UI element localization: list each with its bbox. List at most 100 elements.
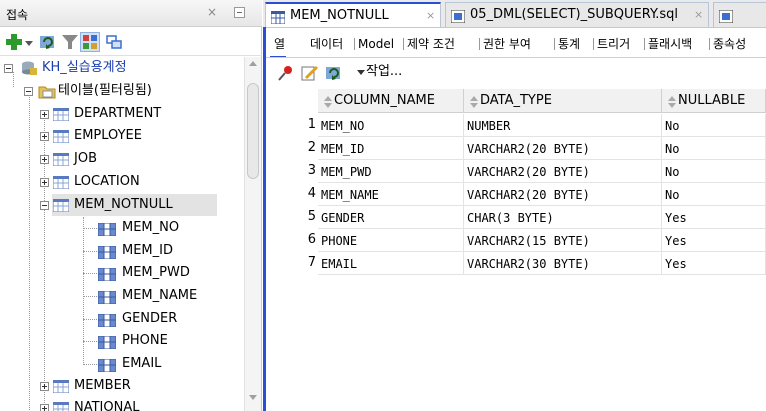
table-label: DEPARTMENT xyxy=(74,106,162,121)
subtab-triggers[interactable]: 트리거 xyxy=(597,30,630,57)
cell-nullable[interactable]: No xyxy=(662,137,766,160)
subtab-grants[interactable]: 권한 부여 xyxy=(483,30,531,57)
tree-column-item[interactable]: PHONE xyxy=(0,330,240,352)
schema-browser-icon[interactable] xyxy=(80,32,100,52)
cell-nullable[interactable]: Yes xyxy=(662,252,766,275)
expand-toggle[interactable] xyxy=(40,404,49,411)
tree-table-item[interactable]: JOB xyxy=(0,148,240,170)
expand-toggle[interactable] xyxy=(40,178,49,187)
close-tab-icon[interactable]: × xyxy=(426,4,435,27)
table-row[interactable]: 2 MEM_ID VARCHAR2(20 BYTE) No xyxy=(266,137,766,160)
table-row[interactable]: 7 EMAIL VARCHAR2(30 BYTE) Yes xyxy=(266,252,766,275)
cell-data-type[interactable]: VARCHAR2(20 BYTE) xyxy=(464,183,662,206)
cell-nullable[interactable]: No xyxy=(662,160,766,183)
tree-table-item-selected[interactable]: MEM_NOTNULL xyxy=(52,194,217,216)
minimize-icon[interactable] xyxy=(234,7,245,18)
cell-nullable[interactable]: Yes xyxy=(662,229,766,252)
table-row[interactable]: 1 MEM_NO NUMBER No xyxy=(266,114,766,137)
cell-column-name[interactable]: EMAIL xyxy=(318,252,464,275)
expand-toggle[interactable] xyxy=(40,155,49,164)
tree-tables-folder[interactable]: 테이블(필터링됨) xyxy=(0,80,240,102)
cell-column-name[interactable]: MEM_NO xyxy=(318,114,464,137)
cell-column-name[interactable]: MEM_ID xyxy=(318,137,464,160)
column-icon xyxy=(97,335,117,350)
table-icon xyxy=(270,9,286,25)
tree-column-item[interactable]: GENDER xyxy=(0,308,240,330)
tab-sql-file[interactable]: 05_DML(SELECT)_SUBQUERY.sql × xyxy=(445,2,709,27)
actions-menu-button[interactable]: 작업... xyxy=(354,61,405,83)
cell-data-type[interactable]: CHAR(3 BYTE) xyxy=(464,206,662,229)
tab-mem-notnull[interactable]: MEM_NOTNULL × xyxy=(265,2,441,27)
expand-toggle[interactable] xyxy=(40,110,49,119)
dropdown-arrow-icon[interactable] xyxy=(24,32,34,52)
subtab-constraints[interactable]: 제약 조건 xyxy=(407,30,455,57)
edit-icon[interactable] xyxy=(300,63,320,83)
tree-column-item[interactable]: MEM_NO xyxy=(0,217,240,239)
tree-scrollbar[interactable] xyxy=(244,57,261,411)
scroll-thumb[interactable] xyxy=(247,83,259,179)
filter-icon[interactable] xyxy=(60,32,80,52)
table-row[interactable]: 6 PHONE VARCHAR2(15 BYTE) Yes xyxy=(266,229,766,252)
scroll-down-arrow-icon[interactable] xyxy=(249,395,257,400)
subtab-data[interactable]: 데이터 xyxy=(310,30,343,57)
refresh-icon[interactable] xyxy=(38,32,58,52)
table-row[interactable]: 5 GENDER CHAR(3 BYTE) Yes xyxy=(266,206,766,229)
tree-connection-node[interactable]: KH_실습용계정 xyxy=(0,57,240,79)
subtab-columns[interactable]: 열 xyxy=(274,30,285,57)
subtab-model[interactable]: Model xyxy=(358,30,394,57)
tree-table-item[interactable]: DEPARTMENT xyxy=(0,103,240,125)
tree-column-item[interactable]: EMAIL xyxy=(0,353,240,375)
sql-file-icon xyxy=(718,8,734,24)
tree-table-item[interactable]: LOCATION xyxy=(0,171,240,193)
column-header-column-name[interactable]: COLUMN_NAME xyxy=(318,89,464,113)
cell-column-name[interactable]: PHONE xyxy=(318,229,464,252)
cell-column-name[interactable]: MEM_NAME xyxy=(318,183,464,206)
tab-sql-file-2[interactable] xyxy=(713,2,766,27)
collapse-all-icon[interactable] xyxy=(104,32,124,52)
collapse-toggle[interactable] xyxy=(24,87,33,96)
table-row[interactable]: 4 MEM_NAME VARCHAR2(20 BYTE) No xyxy=(266,183,766,206)
cell-data-type[interactable]: NUMBER xyxy=(464,114,662,137)
tree-table-item[interactable]: EMPLOYEE xyxy=(0,125,240,147)
tree-table-item[interactable]: MEMBER xyxy=(0,375,240,397)
subtab-dependencies[interactable]: 종속성 xyxy=(713,30,746,57)
expand-toggle[interactable] xyxy=(40,132,49,141)
cell-nullable[interactable]: Yes xyxy=(662,206,766,229)
pin-icon[interactable] xyxy=(276,63,296,83)
add-connection-icon[interactable] xyxy=(4,32,24,52)
column-label: MEM_ID xyxy=(122,243,173,258)
scroll-up-arrow-icon[interactable] xyxy=(249,61,257,66)
cell-column-name[interactable]: GENDER xyxy=(318,206,464,229)
cell-nullable[interactable]: No xyxy=(662,183,766,206)
cell-data-type[interactable]: VARCHAR2(15 BYTE) xyxy=(464,229,662,252)
subtab-flashback[interactable]: 플래시백 xyxy=(648,30,692,57)
table-row[interactable]: 3 MEM_PWD VARCHAR2(20 BYTE) No xyxy=(266,160,766,183)
column-label: EMAIL xyxy=(122,356,162,371)
cell-data-type[interactable]: VARCHAR2(20 BYTE) xyxy=(464,160,662,183)
column-icon xyxy=(97,245,117,260)
close-tab-icon[interactable]: × xyxy=(694,3,703,27)
sql-file-icon xyxy=(450,8,466,24)
subtab-statistics[interactable]: 통계 xyxy=(558,30,580,57)
refresh-icon[interactable] xyxy=(324,63,344,83)
column-label: PHONE xyxy=(122,333,168,348)
tree-column-item[interactable]: MEM_NAME xyxy=(0,285,240,307)
subtab-active-indicator xyxy=(270,56,286,57)
tree-column-item[interactable]: MEM_PWD xyxy=(0,262,240,284)
cell-nullable[interactable]: No xyxy=(662,114,766,137)
collapse-toggle[interactable] xyxy=(4,64,13,73)
collapse-toggle[interactable] xyxy=(40,201,49,210)
column-icon xyxy=(97,267,117,282)
cell-column-name[interactable]: MEM_PWD xyxy=(318,160,464,183)
object-subtabs: 열 데이터 Model 제약 조건 권한 부여 통계 트리거 플래시백 종속성 xyxy=(266,30,766,58)
column-header-data-type[interactable]: DATA_TYPE xyxy=(464,89,662,113)
expand-toggle[interactable] xyxy=(40,382,49,391)
tree-table-item[interactable]: NATIONAL xyxy=(0,397,240,411)
tab-label: 05_DML(SELECT)_SUBQUERY.sql xyxy=(470,7,679,22)
cell-data-type[interactable]: VARCHAR2(30 BYTE) xyxy=(464,252,662,275)
tree-column-item[interactable]: MEM_ID xyxy=(0,240,240,262)
table-icon xyxy=(52,198,70,213)
cell-data-type[interactable]: VARCHAR2(20 BYTE) xyxy=(464,137,662,160)
close-icon[interactable]: × xyxy=(207,5,217,19)
column-header-nullable[interactable]: NULLABLE xyxy=(662,89,766,113)
